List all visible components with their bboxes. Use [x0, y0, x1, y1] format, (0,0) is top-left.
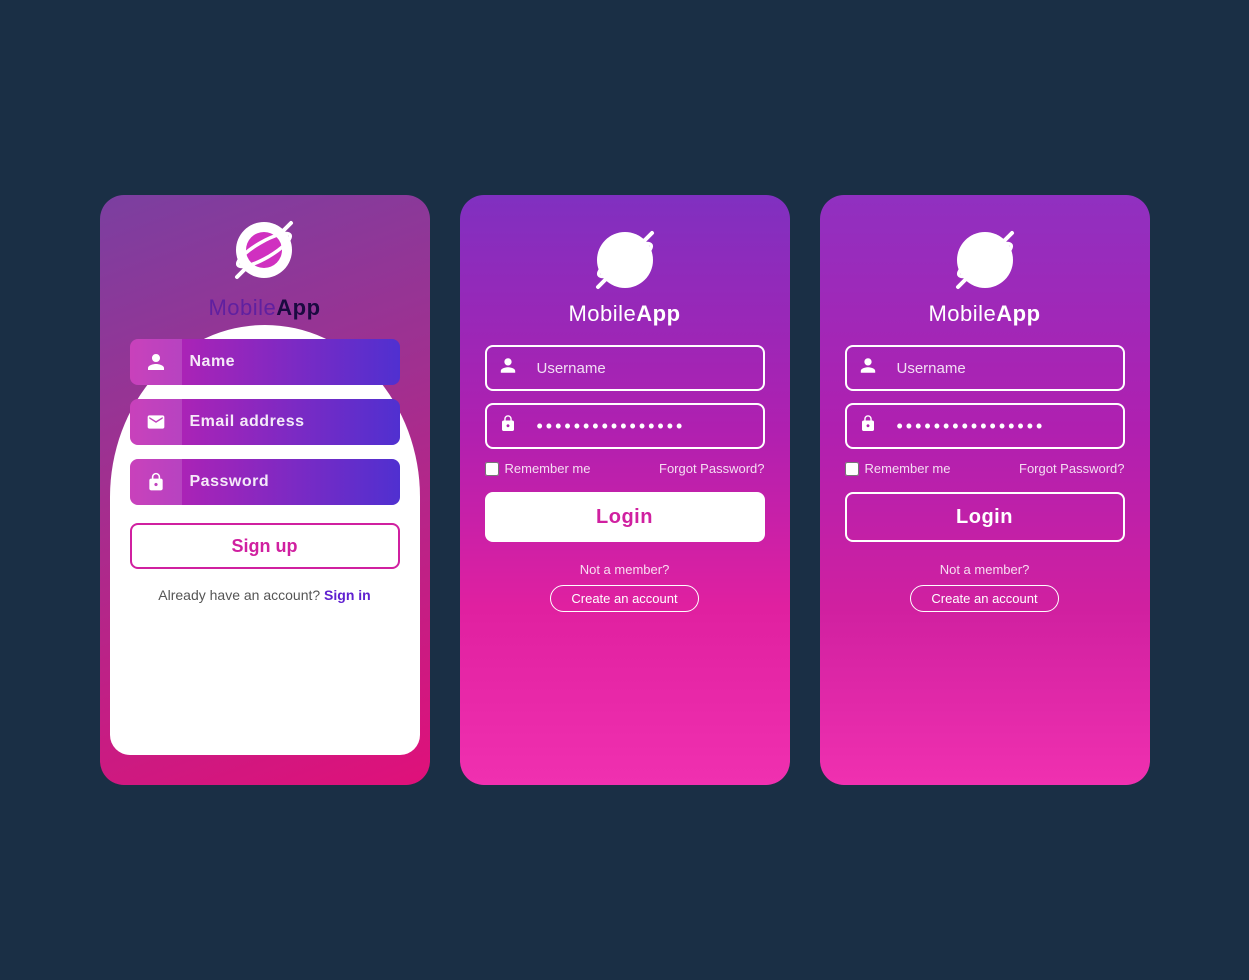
- username-wrapper-3: [845, 345, 1125, 391]
- username-input-2[interactable]: [485, 345, 765, 391]
- not-member-3: Not a member?: [940, 562, 1030, 577]
- name-field-wrapper: [130, 339, 400, 385]
- app-name-2: MobileApp: [568, 301, 680, 327]
- username-wrapper-2: [485, 345, 765, 391]
- login-card-2: MobileApp Remember me Forgot Password? L: [460, 195, 790, 785]
- not-member-2: Not a member?: [580, 562, 670, 577]
- forgot-password-3[interactable]: Forgot Password?: [1019, 461, 1125, 476]
- login-card-3: MobileApp Remember me Forgot Password? L: [820, 195, 1150, 785]
- app-name-3: MobileApp: [928, 301, 1040, 327]
- login-button-2[interactable]: Login: [485, 492, 765, 542]
- card1-content: Sign up Already have an account? Sign in: [100, 339, 430, 603]
- username-input-3[interactable]: [845, 345, 1125, 391]
- name-input[interactable]: [130, 339, 400, 385]
- password-input[interactable]: [130, 459, 400, 505]
- password-input-2[interactable]: [485, 403, 765, 449]
- remember-checkbox-3[interactable]: [845, 462, 859, 476]
- signin-link[interactable]: Sign in: [324, 587, 371, 603]
- password-field-wrapper: [130, 459, 400, 505]
- email-field-wrapper: [130, 399, 400, 445]
- app-name-card1: MobileApp: [208, 295, 320, 321]
- remember-row-2: Remember me Forgot Password?: [485, 461, 765, 476]
- cards-container: MobileApp: [100, 195, 1150, 785]
- card1-header: MobileApp: [208, 195, 320, 339]
- logo-icon: [229, 215, 299, 285]
- already-have-account: Already have an account? Sign in: [158, 587, 370, 603]
- password-wrapper-2: [485, 403, 765, 449]
- password-wrapper-3: [845, 403, 1125, 449]
- forgot-password-2[interactable]: Forgot Password?: [659, 461, 765, 476]
- logo-icon-3: [950, 225, 1020, 295]
- create-account-button-2[interactable]: Create an account: [550, 585, 698, 612]
- remember-label-2[interactable]: Remember me: [485, 461, 591, 476]
- signup-button[interactable]: Sign up: [130, 523, 400, 569]
- login-button-3[interactable]: Login: [845, 492, 1125, 542]
- create-account-button-3[interactable]: Create an account: [910, 585, 1058, 612]
- remember-row-3: Remember me Forgot Password?: [845, 461, 1125, 476]
- email-input[interactable]: [130, 399, 400, 445]
- signup-card: MobileApp: [100, 195, 430, 785]
- remember-checkbox-2[interactable]: [485, 462, 499, 476]
- remember-label-3[interactable]: Remember me: [845, 461, 951, 476]
- logo-icon-2: [590, 225, 660, 295]
- password-input-3[interactable]: [845, 403, 1125, 449]
